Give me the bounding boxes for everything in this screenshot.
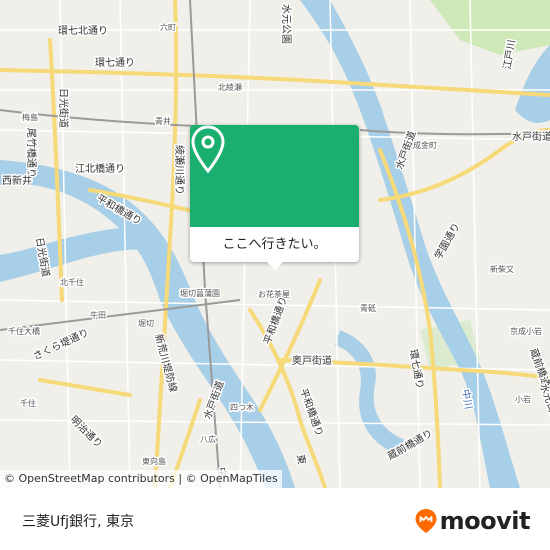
road-label: 綾瀬川通り (173, 145, 186, 195)
popup-label[interactable]: ここへ行きたい。 (190, 227, 359, 262)
place-label: 京成小岩 (510, 326, 542, 336)
river (515, 45, 550, 123)
river (335, 330, 405, 455)
location-pin-icon (191, 125, 225, 174)
footer: 三菱Ufj銀行, 東京 moovit (0, 488, 550, 550)
road-label: 明治通り (68, 413, 105, 450)
road-label: 奥戸街道 (292, 354, 332, 367)
road-label: 江北橋通り (75, 162, 125, 175)
place-label: 八広 (200, 434, 216, 444)
place-label: 東向島 (142, 456, 166, 466)
popup-header (190, 125, 359, 227)
place-label: 千住大橋 (8, 326, 40, 336)
road-label: 水元街道 (537, 382, 550, 424)
road-label: 環七通り (95, 57, 135, 69)
moovit-pin-icon (415, 509, 437, 533)
place-label: 小岩 (515, 394, 531, 404)
place-label: 四つ木 (230, 402, 254, 412)
road-label: 尾竹橋通り (25, 128, 38, 178)
place-label: 梅島 (22, 112, 38, 122)
brand-name: moovit (439, 507, 531, 535)
road-label: 日光街道 (57, 88, 70, 128)
place-label: 堀切 (138, 319, 154, 328)
map-attribution[interactable]: © OpenStreetMap contributors | © OpenMap… (0, 470, 282, 488)
road-label: 平和橋通り (261, 295, 290, 346)
road-label: 水戸街道 (512, 130, 550, 143)
popup-tail (267, 262, 283, 270)
place-label: 北綾瀬 (218, 82, 242, 92)
road-label: 学園通り (431, 220, 462, 261)
road-label: 環七北通り (58, 25, 108, 37)
place-label: 青井 (155, 116, 171, 126)
road-label: さくら堤通り (31, 326, 90, 362)
map-canvas[interactable]: 環七北通り 環七通り 六町 日光街道 梅島 尾竹橋通り 北綾瀬 青井 綾瀬川通り… (0, 0, 550, 488)
road-label: 水元公園 (280, 4, 292, 44)
road-label: 東 (294, 453, 309, 465)
destination-title: 三菱Ufj銀行, 東京 (22, 514, 134, 530)
park-area (430, 0, 550, 55)
place-label: 牛田 (90, 310, 106, 320)
place-label: 六町 (160, 22, 176, 32)
place-label: 千住 (20, 398, 36, 408)
road-label: 西新井 (2, 174, 32, 187)
place-label: 堀切菖蒲園 (180, 288, 220, 298)
place-label: 新柴又 (490, 264, 514, 274)
moovit-logo: moovit (414, 507, 531, 535)
river (0, 227, 150, 282)
destination-popup[interactable]: ここへ行きたい。 (190, 125, 359, 270)
road-label: 水戸街道 (393, 129, 419, 171)
place-label: 北千住 (60, 277, 84, 287)
place-label: 青砥 (360, 303, 376, 313)
